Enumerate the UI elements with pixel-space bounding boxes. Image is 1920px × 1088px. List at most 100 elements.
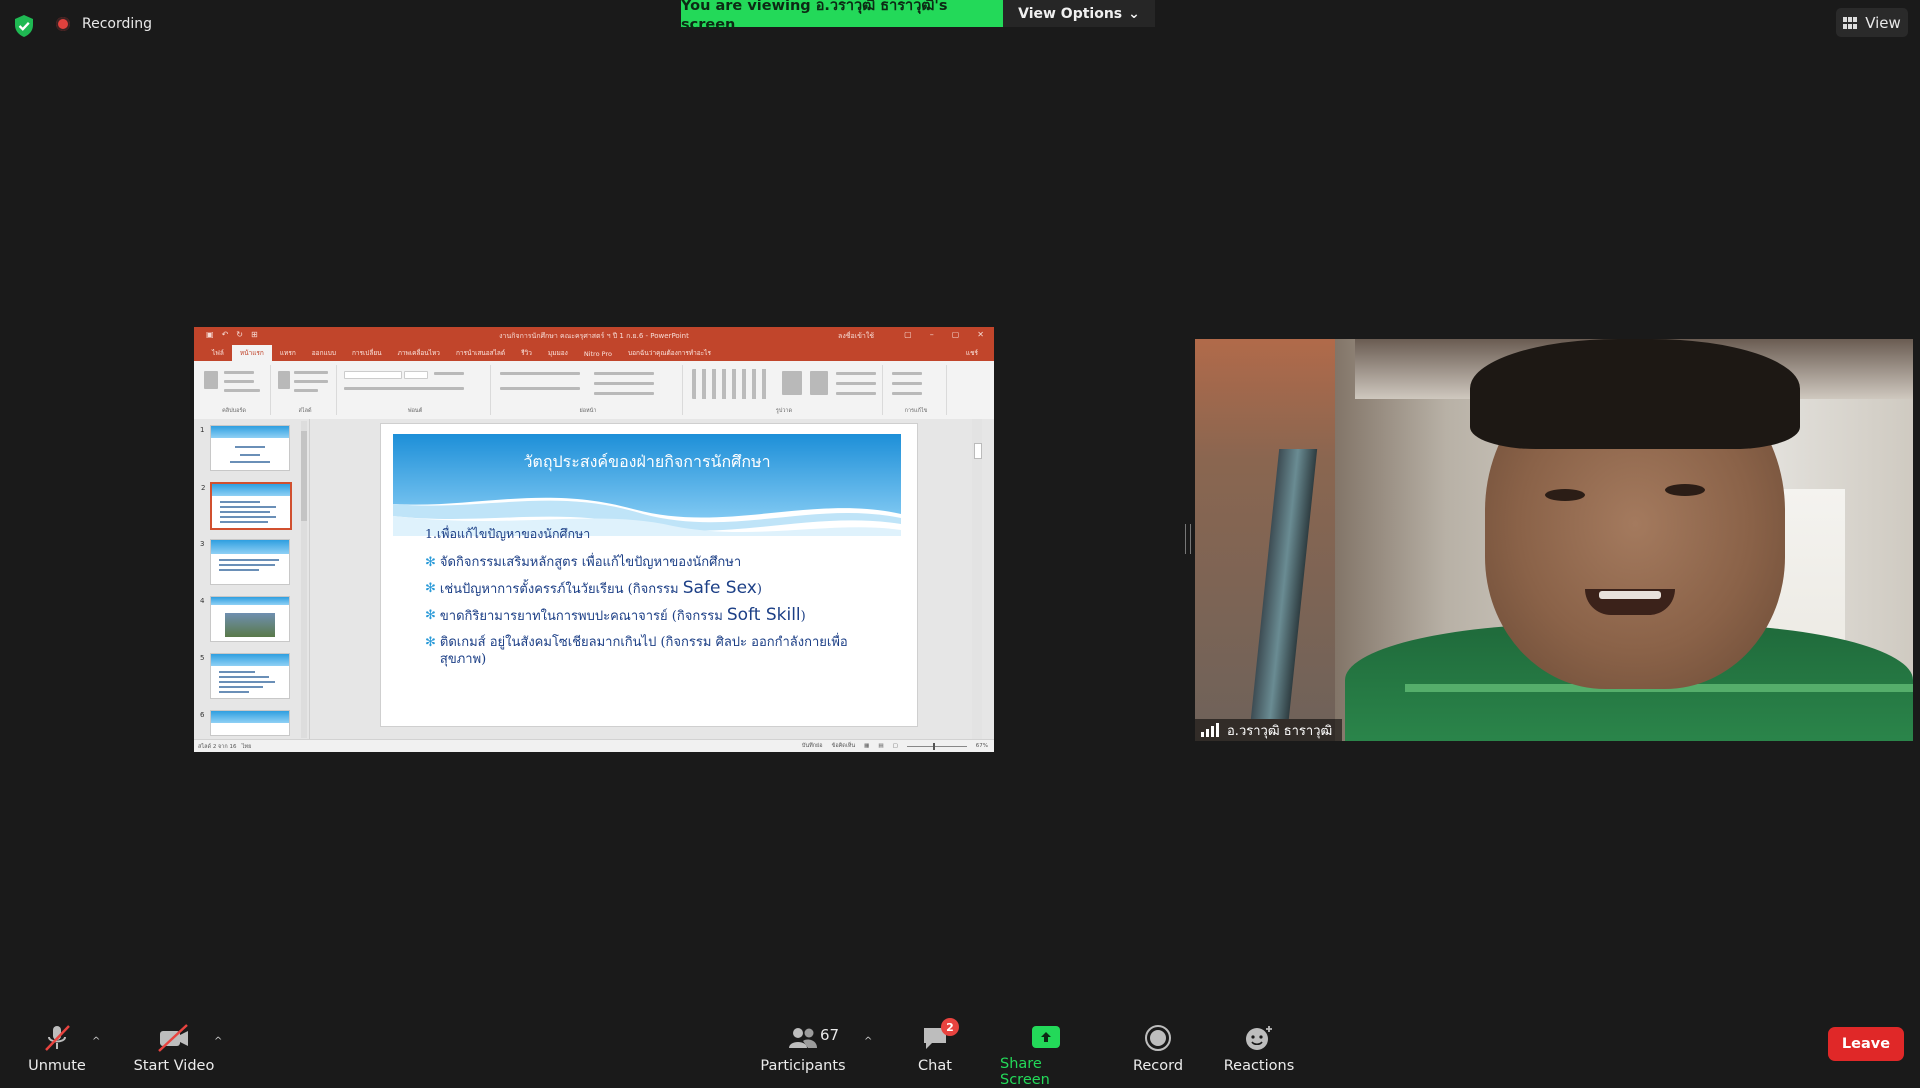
slide-editor: วัตถุประสงค์ของฝ่ายกิจการนักศึกษา 1.เพื่…	[310, 419, 982, 740]
ppt-ribbon-tabs: ไฟล์ หน้าแรก แทรก ออกแบบ การเปลี่ยน ภาพเ…	[194, 344, 994, 361]
ribbon-label-slides: สไลด์	[298, 408, 312, 414]
record-button[interactable]: Record	[1126, 1016, 1190, 1088]
view-options-label: View Options	[1018, 5, 1123, 22]
view-options-button[interactable]: View Options ⌄	[1003, 0, 1155, 27]
maximize-icon: ▢	[951, 330, 960, 339]
ppt-tab-file: ไฟล์	[212, 349, 224, 357]
bullet-tail: )	[756, 582, 762, 597]
share-screen-button[interactable]: Share Screen	[1000, 1016, 1092, 1088]
slide-thumbnail[interactable]: 6	[200, 710, 290, 736]
grid-view-icon	[1843, 16, 1858, 29]
reactions-button[interactable]: Reactions	[1220, 1016, 1298, 1088]
shared-screen[interactable]: ▣ ↶ ↻ ⊞ งานกิจการนักศึกษา คณะครุศาสตร์ ฯ…	[194, 327, 994, 752]
participants-icon	[789, 1028, 817, 1048]
start-video-button[interactable]: Start Video	[130, 1016, 218, 1088]
view-sorter-icon: ▤	[878, 743, 884, 749]
status-notes: บันทึกย่อ	[801, 743, 823, 749]
ppt-tab-review: รีวิว	[521, 349, 532, 357]
chat-button[interactable]: 2 Chat	[902, 1016, 968, 1088]
ribbon-label-editing: การแก้ไข	[904, 408, 928, 414]
ribbon-group-clipboard: คลิปบอร์ด	[198, 365, 271, 415]
view-reading-icon: ▢	[892, 743, 898, 749]
unmute-button[interactable]: Unmute	[20, 1016, 94, 1088]
ppt-window-title: งานกิจการนักศึกษา คณะครุศาสตร์ ฯ ปี 1 ก.…	[499, 332, 689, 340]
recording-indicator[interactable]: Recording	[56, 16, 152, 32]
participant-video-tile[interactable]: อ.วราวุฒิ ธาราวุฒิ	[1195, 339, 1913, 741]
ppt-signin: ลงชื่อเข้าใช้	[838, 332, 874, 340]
slide-body: 1.เพื่อแก้ไขปัญหาของนักศึกษา ✻ จัดกิจกรร…	[425, 524, 887, 677]
window-controls: ▢ – ▢ ✕	[904, 330, 984, 339]
participants-options-caret-icon[interactable]: ^	[864, 1036, 872, 1047]
participant-hair	[1470, 339, 1800, 449]
ppt-tell-me: บอกฉันว่าคุณต้องการทำอะไร	[627, 349, 711, 357]
security-shield-icon[interactable]	[13, 14, 35, 38]
slide-bullet: ✻ จัดกิจกรรมเสริมหลักสูตร เพื่อแก้ไขปัญห…	[425, 554, 887, 571]
thumb-number: 2	[201, 484, 206, 492]
bullet-tail: )	[800, 609, 806, 624]
recording-label: Recording	[82, 16, 153, 32]
ribbon-label-font: ฟอนต์	[407, 408, 423, 414]
ribbon-group-slides: สไลด์	[274, 365, 337, 415]
chat-label: Chat	[918, 1058, 952, 1074]
participant-eye	[1545, 489, 1585, 501]
participants-button[interactable]: 67 Participants	[758, 1016, 848, 1088]
ppt-status-bar: สไลด์ 2 จาก 16 ไทย บันทึกย่อ ข้อคิดเห็น …	[194, 739, 994, 752]
bullet-text: ติดเกมส์ อยู่ในสังคมโซเชียลมากเกินไป (กิ…	[439, 635, 848, 667]
bullet-star-icon: ✻	[425, 555, 436, 570]
chat-unread-badge: 2	[941, 1018, 959, 1036]
slide-point-1: 1.เพื่อแก้ไขปัญหาของนักศึกษา	[425, 526, 591, 541]
ppt-tab-insert: แทรก	[279, 349, 296, 357]
slide-bullet: ✻ เช่นปัญหาการตั้งครรภ์ในวัยเรียน (กิจกร…	[425, 580, 887, 598]
zoom-slider	[906, 742, 967, 750]
view-normal-icon: ▦	[864, 743, 870, 749]
slide-thumbnail-selected[interactable]: 2	[201, 482, 292, 530]
bullet-star-icon: ✻	[425, 581, 436, 596]
close-icon: ✕	[977, 330, 984, 339]
ppt-tab-transitions: การเปลี่ยน	[351, 349, 382, 357]
panel-resize-handle[interactable]	[1185, 524, 1191, 554]
thumb-number: 3	[200, 540, 205, 548]
ribbon-display-icon: ▢	[904, 330, 912, 339]
ppt-share-button: แชร์	[965, 349, 978, 357]
thumbnail-scrollbar	[301, 421, 307, 738]
thumb-number: 6	[200, 711, 205, 719]
recording-dot-icon	[56, 17, 70, 31]
slide-thumbnail[interactable]: 3	[200, 539, 290, 585]
slide-scrollbar	[972, 419, 982, 740]
participants-label: Participants	[760, 1058, 846, 1074]
zoom-level: 67%	[975, 743, 988, 749]
status-language: ไทย	[241, 744, 252, 750]
bullet-highlight: Safe Sex	[682, 578, 757, 598]
view-button[interactable]: View	[1836, 8, 1908, 37]
leave-button[interactable]: Leave	[1828, 1027, 1904, 1061]
bullet-star-icon: ✻	[425, 608, 436, 623]
slide-title: วัตถุประสงค์ของฝ่ายกิจการนักศึกษา	[523, 452, 771, 471]
share-screen-icon	[1032, 1026, 1060, 1048]
video-options-caret-icon[interactable]: ^	[214, 1036, 222, 1047]
status-comments: ข้อคิดเห็น	[831, 743, 856, 749]
video-camera-off-icon	[158, 1024, 188, 1052]
unmute-label: Unmute	[28, 1058, 86, 1074]
slide-bullet: ✻ ติดเกมส์ อยู่ในสังคมโซเชียลมากเกินไป (…	[425, 634, 887, 668]
ppt-ribbon: คลิปบอร์ด สไลด์ ฟอนต์ ย่อหน้า รูปวาด การ…	[194, 361, 994, 420]
participant-nameplate: อ.วราวุฒิ ธาราวุฒิ	[1195, 719, 1343, 741]
meeting-toolbar: Unmute ^ Start Video ^ 67 Participants ^	[0, 1016, 1920, 1088]
audio-options-caret-icon[interactable]: ^	[92, 1036, 100, 1047]
ppt-tab-view: มุมมอง	[547, 349, 568, 357]
slide-thumbnail[interactable]: 4	[200, 596, 290, 642]
signal-strength-icon	[1201, 723, 1219, 737]
slide-thumbnail[interactable]: 5	[200, 653, 290, 699]
microphone-muted-icon	[45, 1025, 70, 1051]
thumb-number: 1	[200, 426, 205, 434]
reactions-label: Reactions	[1223, 1058, 1295, 1074]
ribbon-group-editing: การแก้ไข	[886, 365, 947, 415]
chevron-down-icon: ⌄	[1128, 5, 1140, 22]
slide-thumbnail[interactable]: 1	[200, 425, 290, 471]
share-screen-label: Share Screen	[1000, 1056, 1050, 1088]
thumb-number: 5	[200, 654, 205, 662]
participant-mouth	[1585, 589, 1675, 615]
bullet-text: จัดกิจกรรมเสริมหลักสูตร เพื่อแก้ไขปัญหาข…	[439, 555, 742, 570]
bullet-text: ขาดกิริยามารยาทในการพบปะคณาจารย์ (กิจกรร…	[439, 609, 727, 624]
slide-thumbnail-pane: 1 2 3 4 5 6	[194, 419, 310, 740]
ribbon-group-paragraph: ย่อหน้า	[494, 365, 683, 415]
